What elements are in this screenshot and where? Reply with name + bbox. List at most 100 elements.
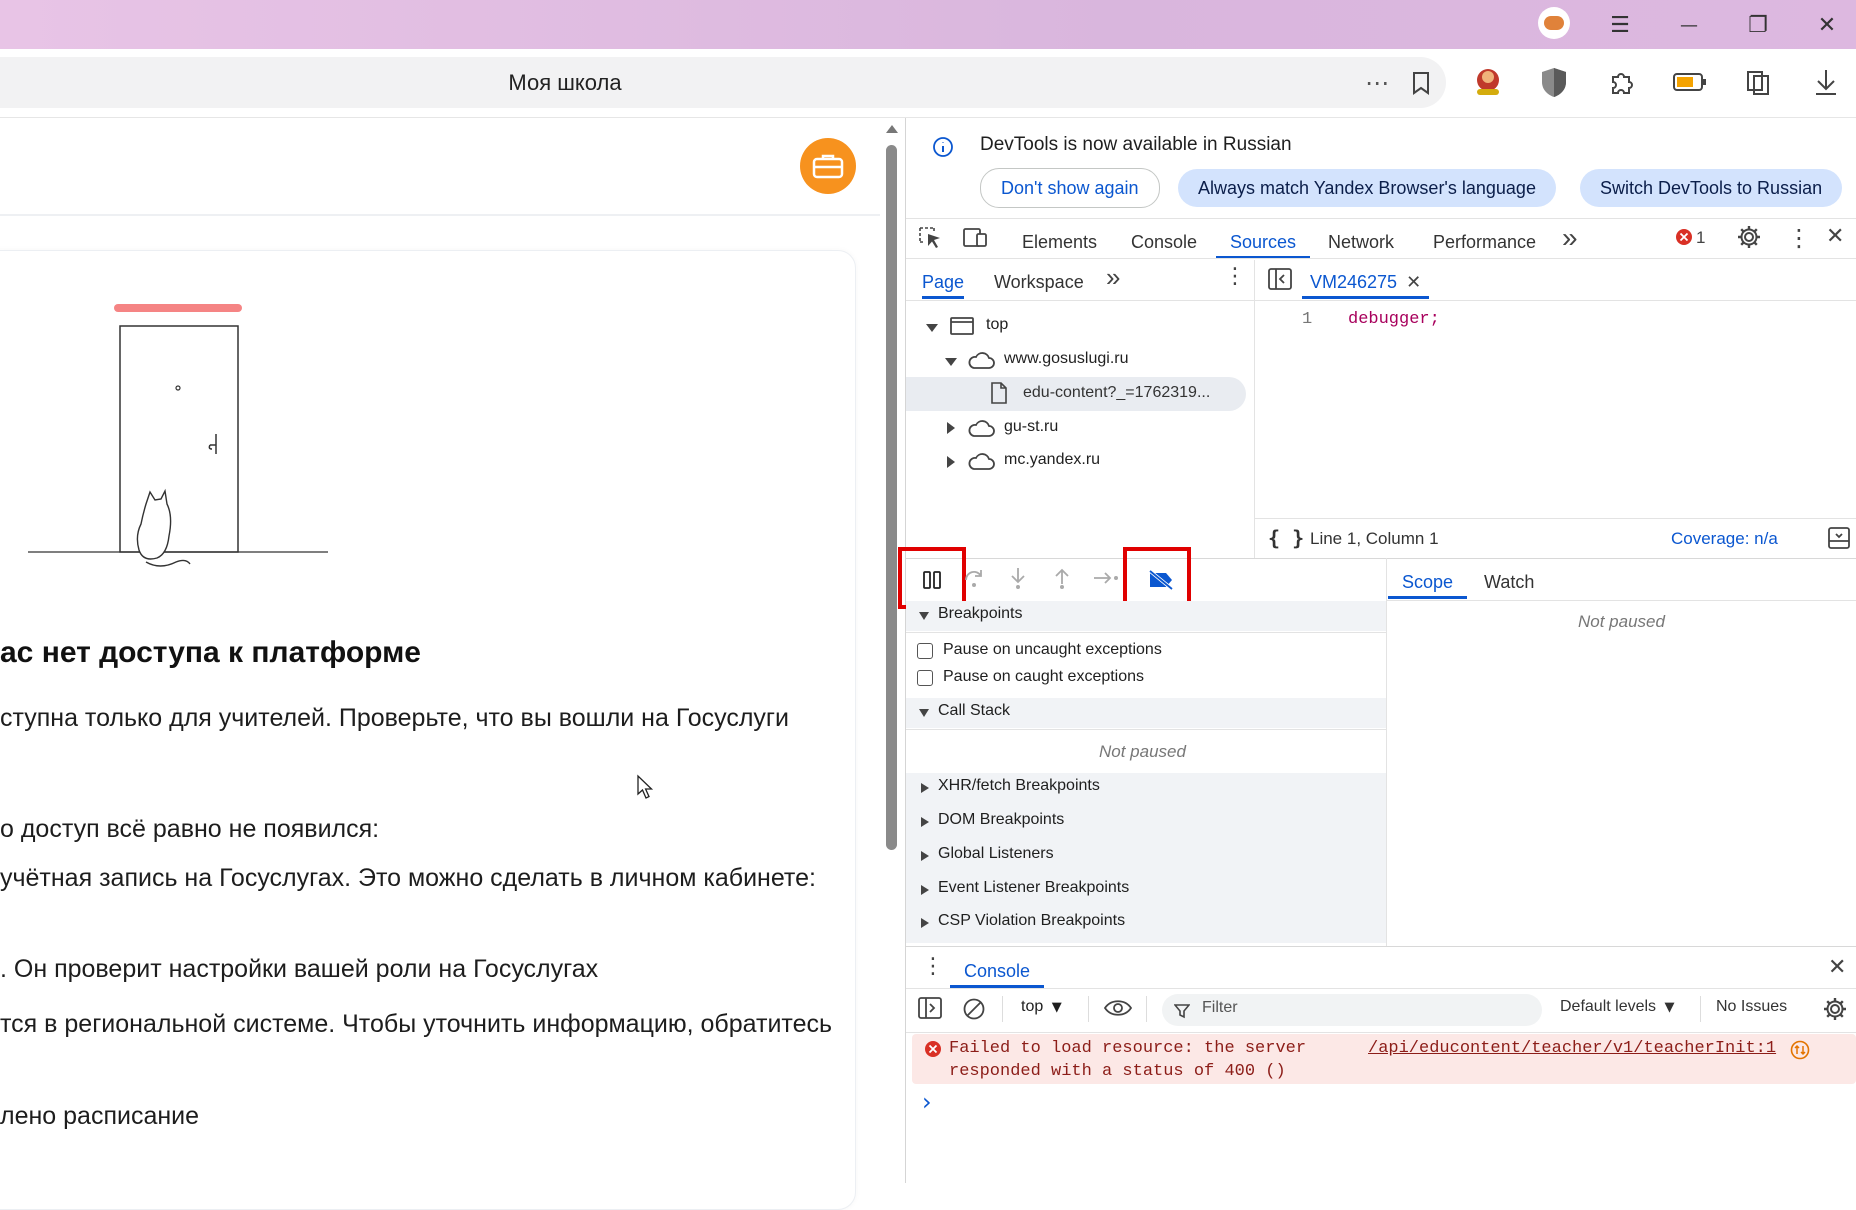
console-filter-input[interactable]: Filter [1162, 994, 1542, 1026]
mouse-cursor-icon [636, 774, 654, 805]
breakpoints-header[interactable]: Breakpoints [906, 601, 1386, 631]
collections-icon[interactable] [1738, 62, 1778, 102]
profile-avatar[interactable] [1538, 7, 1570, 39]
pause-uncaught-checkbox[interactable] [917, 643, 933, 659]
tab-console[interactable]: Console [1131, 229, 1197, 259]
cloud-icon [967, 418, 995, 443]
error-count[interactable]: 1 [1696, 228, 1705, 248]
context-selector[interactable]: top ▼ [1021, 998, 1062, 1016]
global-listeners-header[interactable]: Global Listeners [906, 842, 1386, 872]
dont-show-again-button[interactable]: Don't show again [980, 168, 1160, 208]
settings-gear-icon[interactable] [1736, 224, 1762, 255]
always-match-language-button[interactable]: Always match Yandex Browser's language [1178, 169, 1556, 207]
collapse-arrow-icon[interactable] [946, 455, 956, 474]
dom-breakpoints-header[interactable]: DOM Breakpoints [906, 808, 1386, 838]
more-nav-tabs-icon[interactable]: » [1106, 262, 1120, 293]
step-over-icon[interactable] [962, 566, 986, 595]
close-file-icon[interactable]: ✕ [1406, 272, 1421, 293]
shield-icon[interactable] [1534, 62, 1574, 102]
tree-item-gosuslugi[interactable]: www.gosuslugi.ru [1004, 350, 1129, 368]
bookmark-icon[interactable] [1404, 66, 1438, 100]
code-line[interactable]: debugger; [1348, 310, 1440, 329]
step-into-icon[interactable] [1006, 566, 1030, 595]
step-out-icon[interactable] [1050, 566, 1074, 595]
extension-avatar-icon[interactable] [1468, 62, 1508, 102]
toolbar-separator [1146, 996, 1147, 1022]
download-icon[interactable] [1806, 62, 1846, 102]
pause-uncaught-label[interactable]: Pause on uncaught exceptions [943, 641, 1162, 659]
tab-network[interactable]: Network [1328, 229, 1394, 259]
browser-menu-button[interactable]: ☰ [1603, 8, 1637, 42]
tree-item-file[interactable]: edu-content?_=1762319... [1023, 384, 1210, 402]
error-icon[interactable] [1675, 228, 1693, 251]
tab-elements[interactable]: Elements [1022, 229, 1097, 259]
scrollbar-thumb[interactable] [886, 145, 897, 850]
editor-status-divider [1254, 518, 1856, 519]
tree-item-gust[interactable]: gu-st.ru [1004, 418, 1058, 436]
log-levels-dropdown[interactable]: Default levels ▼ [1560, 998, 1675, 1016]
drawer-tab-console[interactable]: Console [950, 958, 1045, 988]
debugger-splitter[interactable] [1386, 558, 1387, 946]
nav-tab-workspace[interactable]: Workspace [994, 269, 1084, 299]
briefcase-icon[interactable] [800, 138, 856, 194]
pause-caught-checkbox[interactable] [917, 670, 933, 686]
network-request-icon[interactable] [1790, 1040, 1810, 1065]
close-devtools-icon[interactable]: ✕ [1826, 224, 1844, 249]
device-toolbar-icon[interactable] [962, 226, 988, 255]
pane-splitter[interactable] [1254, 260, 1255, 558]
editor-file-name: VM246275 [1310, 272, 1398, 292]
callstack-header[interactable]: Call Stack [906, 698, 1386, 728]
event-listener-breakpoints-header[interactable]: Event Listener Breakpoints [906, 876, 1386, 906]
tree-item-yandex[interactable]: mc.yandex.ru [1004, 451, 1100, 469]
step-icon[interactable] [1092, 566, 1120, 595]
tab-watch[interactable]: Watch [1484, 569, 1534, 599]
expand-arrow-icon[interactable] [925, 320, 939, 338]
tab-scope[interactable]: Scope [1388, 569, 1468, 599]
extensions-icon[interactable] [1602, 62, 1642, 102]
issues-counter[interactable]: No Issues [1716, 998, 1787, 1016]
callstack-not-paused: Not paused [1099, 742, 1186, 761]
restore-button[interactable]: ❐ [1741, 8, 1775, 42]
clear-console-icon[interactable] [962, 997, 986, 1026]
tab-sources[interactable]: Sources [1216, 229, 1311, 259]
show-sidebar-icon[interactable] [918, 997, 942, 1024]
toggle-debugger-icon[interactable] [1828, 527, 1850, 554]
kebab-menu-icon[interactable]: ⋮ [1787, 224, 1811, 252]
section-divider [906, 729, 1386, 730]
tree-item-top[interactable]: top [986, 316, 1008, 334]
more-icon[interactable]: ⋯ [1360, 66, 1394, 100]
close-drawer-icon[interactable]: ✕ [1828, 955, 1846, 980]
page-paragraph: . Он проверит настройки вашей роли на Го… [0, 955, 599, 983]
log-levels-value: Default levels [1560, 998, 1657, 1015]
scroll-up-arrow-icon[interactable] [885, 122, 899, 134]
toggle-navigator-icon[interactable] [1268, 268, 1292, 295]
expand-arrow-icon[interactable] [944, 354, 958, 372]
console-drawer-divider[interactable] [906, 946, 1856, 947]
pause-caught-label[interactable]: Pause on caught exceptions [943, 668, 1144, 686]
nav-tab-page[interactable]: Page [922, 269, 965, 299]
door-cat-illustration [28, 300, 328, 590]
console-prompt[interactable]: › [922, 1088, 932, 1116]
close-window-button[interactable]: ✕ [1810, 8, 1844, 42]
inspect-element-icon[interactable] [918, 226, 944, 255]
switch-devtools-russian-button[interactable]: Switch DevTools to Russian [1580, 169, 1843, 207]
eye-icon[interactable] [1103, 998, 1133, 1023]
console-settings-icon[interactable] [1822, 996, 1848, 1027]
console-toolbar-divider [906, 1032, 1856, 1033]
error-source-link[interactable]: /api/educontent/teacher/v1/teacherInit:1 [1368, 1039, 1776, 1058]
coverage-link[interactable]: Coverage: n/a [1671, 529, 1778, 549]
pause-button-highlight [898, 547, 966, 609]
pretty-print-icon[interactable]: { } [1268, 526, 1304, 550]
more-tabs-icon[interactable]: » [1562, 222, 1578, 254]
tab-performance[interactable]: Performance [1433, 229, 1536, 259]
minimize-button[interactable]: — [1672, 8, 1706, 42]
editor-file-tab[interactable]: VM246275 ✕ [1302, 269, 1430, 299]
battery-icon[interactable] [1670, 62, 1710, 102]
cloud-icon [967, 350, 995, 375]
xhr-breakpoints-header[interactable]: XHR/fetch Breakpoints [906, 774, 1386, 804]
collapse-arrow-icon[interactable] [946, 421, 956, 440]
nav-menu-icon[interactable]: ⋮ [1224, 264, 1246, 289]
csp-violation-breakpoints-header[interactable]: CSP Violation Breakpoints [906, 909, 1386, 939]
toolbar-separator [1002, 996, 1003, 1022]
drawer-menu-icon[interactable]: ⋮ [922, 954, 944, 979]
